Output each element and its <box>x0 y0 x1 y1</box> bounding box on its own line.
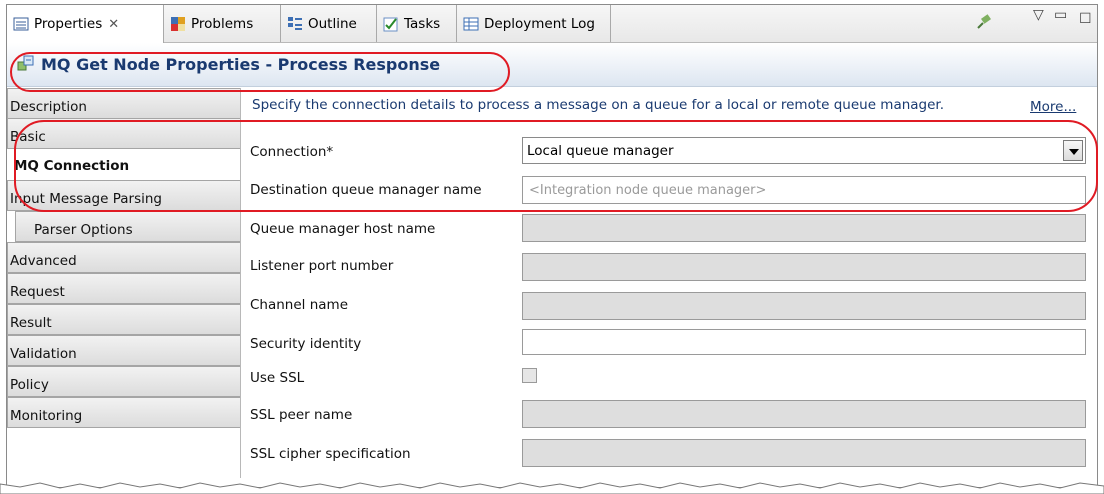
close-icon[interactable]: ✕ <box>108 17 119 32</box>
tab-label: Outline <box>308 15 357 32</box>
sidebar: Description Basic MQ Connection Input Me… <box>7 88 241 484</box>
channel-name-input[interactable] <box>522 292 1086 320</box>
sidebar-item-label: Description <box>10 99 87 115</box>
sidebar-item-validation[interactable]: Validation <box>7 335 241 366</box>
qmgr-host-label: Queue manager host name <box>250 221 436 237</box>
sidebar-item-label: Result <box>10 315 52 331</box>
tab-label: Tasks <box>404 15 441 32</box>
tasks-icon <box>383 16 399 32</box>
tab-problems[interactable]: Problems <box>164 5 281 42</box>
listener-port-input[interactable] <box>522 253 1086 281</box>
sidebar-item-description[interactable]: Description <box>7 88 241 119</box>
sidebar-item-monitoring[interactable]: Monitoring <box>7 397 241 428</box>
minimize-icon[interactable]: ▭ <box>1054 7 1067 23</box>
connection-value: Local queue manager <box>527 143 674 159</box>
properties-icon <box>13 16 29 32</box>
sidebar-divider <box>240 88 241 478</box>
sidebar-item-parser-options[interactable]: Parser Options <box>15 211 241 242</box>
destination-qmgr-input[interactable]: <Integration node queue manager> <box>522 176 1086 204</box>
ssl-cipher-input[interactable] <box>522 439 1086 467</box>
ssl-peer-name-input[interactable] <box>522 400 1086 428</box>
tab-deployment-log[interactable]: Deployment Log <box>457 5 611 42</box>
sidebar-item-advanced[interactable]: Advanced <box>7 242 241 273</box>
sidebar-item-label: Policy <box>10 377 49 393</box>
view-menu-icon[interactable]: ▽ <box>1033 7 1044 23</box>
more-link[interactable]: More... <box>1030 99 1076 115</box>
problems-icon <box>170 16 186 32</box>
tab-label: Properties <box>34 16 103 32</box>
destination-qmgr-label: Destination queue manager name <box>250 182 482 198</box>
sidebar-item-label: Request <box>10 284 65 300</box>
node-icon <box>17 54 35 76</box>
destination-qmgr-placeholder: <Integration node queue manager> <box>529 183 767 198</box>
page-title: MQ Get Node Properties - Process Respons… <box>41 55 441 74</box>
use-ssl-checkbox[interactable] <box>522 368 537 383</box>
sidebar-item-input-message-parsing[interactable]: Input Message Parsing <box>7 180 241 211</box>
security-identity-input[interactable] <box>522 329 1086 355</box>
channel-name-label: Channel name <box>250 297 349 313</box>
torn-edge <box>0 482 1104 494</box>
qmgr-host-input[interactable] <box>522 214 1086 242</box>
sidebar-item-label: Monitoring <box>10 408 83 424</box>
sidebar-item-label: Basic <box>10 129 46 145</box>
tab-label: Problems <box>191 15 254 32</box>
sidebar-item-mq-connection[interactable]: MQ Connection <box>7 149 241 180</box>
sidebar-item-policy[interactable]: Policy <box>7 366 241 397</box>
outline-icon <box>287 16 303 32</box>
section-description: Specify the connection details to proces… <box>252 97 945 113</box>
sidebar-item-basic[interactable]: Basic <box>7 118 241 149</box>
tab-label: Deployment Log <box>484 15 595 32</box>
tab-tasks[interactable]: Tasks <box>377 5 457 42</box>
view-tab-bar: Properties ✕ Problems Outline Tasks Depl… <box>7 5 1097 43</box>
sidebar-item-label: Input Message Parsing <box>10 191 162 207</box>
ssl-peer-name-label: SSL peer name <box>250 407 353 423</box>
tab-outline[interactable]: Outline <box>281 5 377 42</box>
tab-properties[interactable]: Properties ✕ <box>7 5 164 43</box>
chevron-down-icon[interactable] <box>1063 140 1083 161</box>
sidebar-item-label: Advanced <box>10 253 77 269</box>
connection-label: Connection* <box>250 144 334 160</box>
maximize-icon[interactable]: ☐ <box>1079 11 1092 27</box>
use-ssl-label: Use SSL <box>250 370 305 386</box>
properties-header: MQ Get Node Properties - Process Respons… <box>7 43 1097 87</box>
deployment-log-icon <box>463 16 479 32</box>
listener-port-label: Listener port number <box>250 258 394 274</box>
ssl-cipher-label: SSL cipher specification <box>250 446 411 462</box>
security-identity-label: Security identity <box>250 336 362 352</box>
sidebar-item-label: Parser Options <box>34 222 133 238</box>
sidebar-item-label: MQ Connection <box>14 158 130 174</box>
sidebar-item-result[interactable]: Result <box>7 304 241 335</box>
sidebar-item-request[interactable]: Request <box>7 273 241 304</box>
sidebar-item-label: Validation <box>10 346 77 362</box>
pin-icon[interactable] <box>975 13 993 35</box>
connection-select[interactable]: Local queue manager <box>522 137 1086 164</box>
